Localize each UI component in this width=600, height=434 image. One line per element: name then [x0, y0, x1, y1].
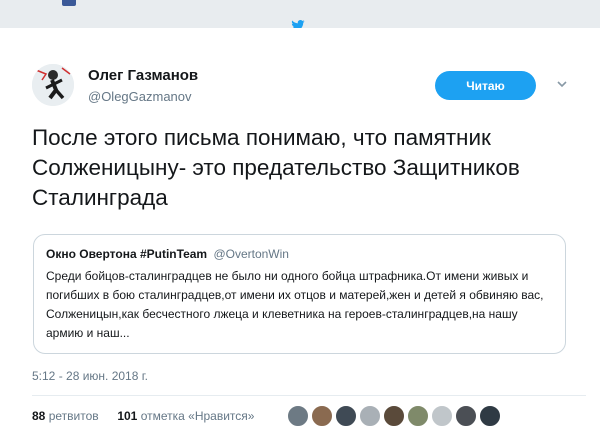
liker-avatar-icon[interactable] [359, 405, 381, 427]
twitter-bird-icon[interactable] [290, 20, 306, 28]
liker-avatar-icon[interactable] [431, 405, 453, 427]
liker-avatars [287, 405, 501, 427]
quoted-author-handle: @OvertonWin [213, 247, 289, 261]
retweets-label[interactable]: ретвитов [49, 409, 99, 423]
tweet-stats: 88 ретвитов 101 отметка «Нравится» [32, 409, 254, 423]
avatar-man-running-icon[interactable] [32, 64, 74, 106]
author-handle[interactable]: @OlegGazmanov [88, 89, 192, 104]
liker-avatar-icon[interactable] [383, 405, 405, 427]
quoted-tweet[interactable]: Окно Овертона #PutinTeam @OvertonWin Сре… [33, 234, 566, 354]
liker-avatar-icon[interactable] [311, 405, 333, 427]
retweets-count[interactable]: 88 [32, 409, 45, 423]
divider [32, 395, 586, 396]
quoted-tweet-text: Среди бойцов-сталинградцев не было ни од… [46, 269, 544, 340]
liker-avatar-icon[interactable] [455, 405, 477, 427]
liker-avatar-icon[interactable] [407, 405, 429, 427]
liker-avatar-icon[interactable] [335, 405, 357, 427]
background-page-header [0, 0, 600, 28]
facebook-icon[interactable] [62, 0, 76, 6]
tweet-timestamp[interactable]: 5:12 - 28 июн. 2018 г. [32, 369, 148, 383]
liker-avatar-icon[interactable] [479, 405, 501, 427]
likes-count[interactable]: 101 [117, 409, 137, 423]
quoted-author-name: Окно Овертона #PutinTeam [46, 247, 208, 261]
liker-avatar-icon[interactable] [287, 405, 309, 427]
follow-button-label: Читаю [466, 78, 505, 93]
follow-button[interactable]: Читаю [435, 71, 536, 100]
chevron-down-icon[interactable] [556, 78, 568, 90]
likes-label[interactable]: отметка «Нравится» [141, 409, 255, 423]
author-display-name[interactable]: Олег Газманов [88, 67, 198, 84]
quoted-tweet-author: Окно Овертона #PutinTeam @OvertonWin [46, 247, 289, 261]
tweet-text: После этого письма понимаю, что памятник… [32, 125, 520, 210]
